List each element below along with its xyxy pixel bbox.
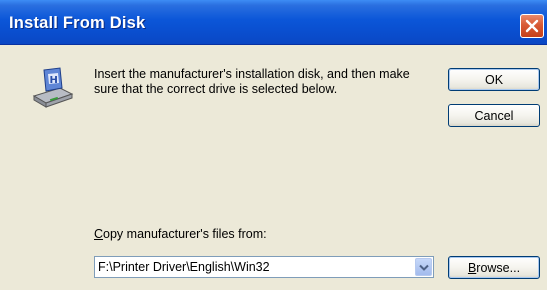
copy-label-text: opy manufacturer's files from: bbox=[103, 227, 267, 241]
browse-mnemonic: B bbox=[467, 260, 477, 275]
path-combobox[interactable]: F:\Printer Driver\English\Win32 bbox=[94, 256, 434, 278]
cancel-button[interactable]: Cancel bbox=[448, 104, 540, 127]
title-bar: Install From Disk bbox=[0, 0, 547, 45]
path-value[interactable]: F:\Printer Driver\English\Win32 bbox=[98, 260, 270, 274]
chevron-down-icon bbox=[419, 264, 429, 271]
dropdown-button[interactable] bbox=[415, 258, 432, 276]
instructions-text: Insert the manufacturer's installation d… bbox=[94, 67, 410, 96]
copy-label-mnemonic: C bbox=[94, 227, 104, 241]
install-disk-icon: H bbox=[32, 67, 74, 108]
close-icon bbox=[525, 19, 539, 33]
window-title: Install From Disk bbox=[9, 14, 146, 32]
ok-button[interactable]: OK bbox=[448, 68, 540, 91]
browse-button[interactable]: Browse... bbox=[448, 256, 540, 279]
browse-label: rowse... bbox=[476, 260, 521, 275]
copy-from-label: Copy manufacturer's files from: bbox=[94, 227, 267, 241]
close-button[interactable] bbox=[520, 14, 544, 38]
svg-text:H: H bbox=[50, 75, 58, 86]
